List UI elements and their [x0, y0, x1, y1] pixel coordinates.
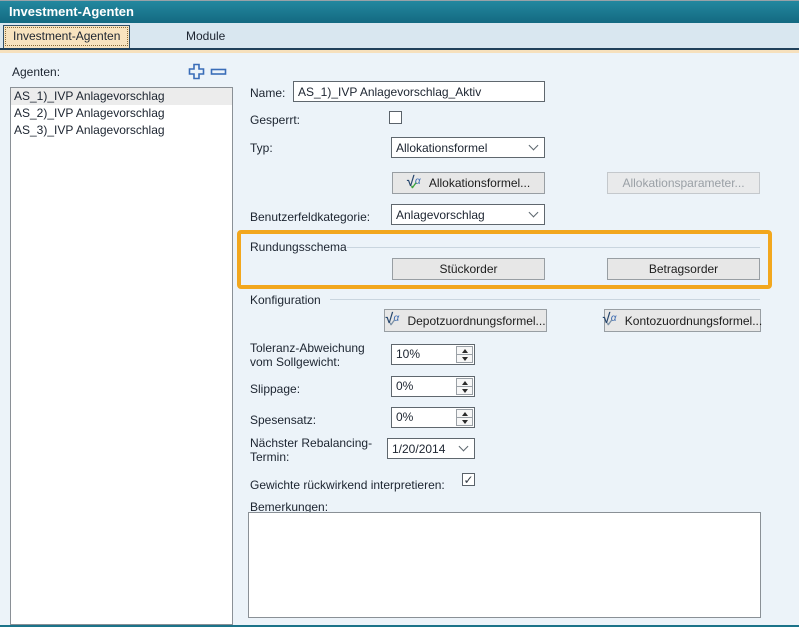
- chevron-down-icon: [459, 442, 469, 452]
- fee-rate-value[interactable]: 0%: [392, 408, 455, 427]
- next-rebalancing-date-value: 1/20/2014: [392, 442, 445, 456]
- spinner-buttons[interactable]: [456, 409, 473, 426]
- list-item[interactable]: AS_1)_IVP Anlagevorschlag: [11, 88, 232, 105]
- spin-up-icon[interactable]: [457, 410, 472, 417]
- chevron-down-icon: [529, 141, 539, 151]
- remarks-textarea[interactable]: [248, 512, 761, 618]
- userfield-category-dropdown[interactable]: Anlagevorschlag: [391, 204, 545, 225]
- chevron-down-icon: [529, 208, 539, 218]
- slippage-value[interactable]: 0%: [392, 377, 455, 396]
- tab-investment-agenten[interactable]: Investment-Agenten: [3, 25, 130, 48]
- name-label: Name:: [250, 86, 285, 100]
- tolerance-spinner[interactable]: 10%: [391, 344, 475, 365]
- tolerance-value[interactable]: 10%: [392, 345, 455, 364]
- minus-icon: [210, 67, 227, 84]
- type-dropdown[interactable]: Allokationsformel: [391, 137, 545, 158]
- type-label: Typ:: [250, 141, 273, 155]
- list-item[interactable]: AS_2)_IVP Anlagevorschlag: [11, 105, 232, 122]
- depot-assignment-formula-button[interactable]: √α✓ Depotzuordnungsformel...: [384, 309, 547, 332]
- fee-rate-label: Spesensatz:: [250, 413, 316, 427]
- agents-list-label: Agenten:: [12, 65, 60, 79]
- locked-label: Gesperrt:: [250, 113, 300, 127]
- slippage-label: Slippage:: [250, 382, 300, 396]
- spin-down-icon[interactable]: [457, 386, 472, 394]
- allocation-formula-button[interactable]: √α✓ Allokationsformel...: [392, 172, 545, 194]
- userfield-category-label: Benutzerfeldkategorie:: [250, 210, 370, 224]
- rounding-scheme-title: Rundungsschema: [250, 240, 347, 254]
- window-title: Investment-Agenten: [0, 1, 799, 23]
- formula-check-icon: √α✓: [385, 313, 402, 328]
- remove-agent-button[interactable]: [210, 63, 227, 80]
- locked-checkbox[interactable]: [389, 111, 402, 124]
- konto-assignment-formula-button[interactable]: √α✓ Kontozuordnungsformel...: [604, 309, 761, 332]
- formula-check-icon: √α✓: [603, 313, 620, 328]
- agents-listbox[interactable]: AS_1)_IVP Anlagevorschlag AS_2)_IVP Anla…: [10, 87, 233, 625]
- type-dropdown-value: Allokationsformel: [396, 141, 487, 155]
- tab-module[interactable]: Module: [174, 25, 237, 48]
- retroactive-weights-checkbox[interactable]: ✓: [462, 473, 475, 486]
- spin-up-icon[interactable]: [457, 347, 472, 354]
- amount-order-button[interactable]: Betragsorder: [607, 258, 760, 280]
- next-rebalancing-date-dropdown[interactable]: 1/20/2014: [387, 438, 475, 459]
- spin-up-icon[interactable]: [457, 379, 472, 386]
- slippage-spinner[interactable]: 0%: [391, 376, 475, 397]
- add-agent-button[interactable]: [188, 63, 205, 80]
- allocation-parameter-button: Allokationsparameter...: [607, 172, 760, 194]
- plus-icon: [188, 67, 205, 84]
- investment-agents-window: Investment-Agenten Investment-Agenten Mo…: [0, 0, 799, 627]
- spin-down-icon[interactable]: [457, 354, 472, 362]
- list-item[interactable]: AS_3)_IVP Anlagevorschlag: [11, 122, 232, 139]
- retroactive-weights-label: Gewichte rückwirkend interpretieren:: [250, 478, 445, 492]
- spin-down-icon[interactable]: [457, 417, 472, 425]
- formula-check-icon: √α✓: [407, 176, 424, 191]
- next-rebalancing-label: Nächster Rebalancing-Termin:: [250, 436, 380, 464]
- userfield-category-value: Anlagevorschlag: [396, 208, 485, 222]
- spinner-buttons[interactable]: [456, 378, 473, 395]
- configuration-title: Konfiguration: [250, 293, 321, 307]
- group-separator: [330, 299, 760, 300]
- unit-order-button[interactable]: Stückorder: [392, 258, 545, 280]
- active-tab-strip: [0, 50, 799, 53]
- fee-rate-spinner[interactable]: 0%: [391, 407, 475, 428]
- tolerance-label: Toleranz-Abweichung vom Sollgewicht:: [250, 341, 386, 369]
- name-input[interactable]: [293, 81, 545, 102]
- spinner-buttons[interactable]: [456, 346, 473, 363]
- group-separator: [347, 247, 760, 248]
